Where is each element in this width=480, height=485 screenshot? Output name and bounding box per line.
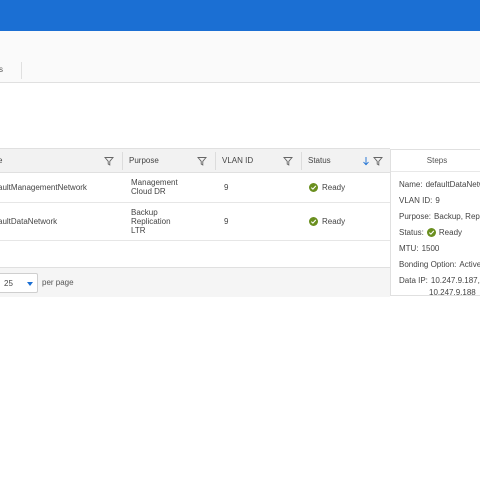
status-text: Ready — [322, 217, 346, 226]
detail-label: Status: — [399, 228, 424, 237]
detail-name: Name: defaultDataNetw — [399, 180, 480, 189]
status-text: Ready — [322, 183, 346, 192]
detail-value: 10.247.9.188 — [429, 288, 476, 296]
per-page-label: per page — [42, 278, 74, 287]
main-content: e Purpose VLAN ID Status aultManagementN… — [0, 83, 480, 485]
purpose-cell: Backup Replication LTR — [131, 208, 171, 235]
detail-label: Data IP: — [399, 276, 428, 285]
detail-value: 9 — [435, 196, 440, 205]
detail-value: defaultDataNetw — [425, 180, 480, 189]
network-name[interactable]: aultDataNetwork — [0, 217, 57, 226]
detail-purpose: Purpose: Backup, Replic — [399, 212, 480, 221]
caret-down-icon[interactable] — [27, 282, 33, 286]
purpose-line: Replication — [131, 217, 171, 226]
detail-label: Bonding Option: — [399, 260, 457, 269]
column-header-vlan-id[interactable]: VLAN ID — [222, 149, 253, 173]
details-panel: Steps Name: defaultDataNetw VLAN ID: 9 P… — [390, 149, 480, 296]
detail-label: Name: — [399, 180, 423, 189]
pagination-bar: 25 per page — [0, 267, 390, 297]
tab-divider — [21, 62, 22, 79]
panel-title: Steps — [391, 150, 480, 172]
check-circle-icon — [426, 228, 436, 237]
filter-icon[interactable] — [104, 156, 114, 166]
column-separator — [215, 152, 216, 170]
detail-label: Purpose: — [399, 212, 432, 221]
grid-header: e Purpose VLAN ID Status — [0, 149, 390, 173]
top-app-bar — [0, 0, 480, 31]
column-header-purpose[interactable]: Purpose — [129, 149, 159, 173]
sub-navigation: s — [0, 31, 480, 83]
networks-grid: e Purpose VLAN ID Status aultManagementN… — [0, 148, 390, 297]
vlan-id: 9 — [224, 217, 229, 226]
tab-partial-label[interactable]: s — [0, 65, 3, 74]
check-circle-icon — [309, 183, 318, 192]
filter-icon[interactable] — [283, 156, 293, 166]
purpose-line: LTR — [131, 226, 146, 235]
detail-value: Backup, Replic — [434, 212, 480, 221]
status-badge: Ready — [309, 183, 345, 192]
sort-descending-icon[interactable] — [362, 156, 370, 166]
column-separator — [122, 152, 123, 170]
status-badge: Ready — [309, 217, 345, 226]
detail-vlan-id: VLAN ID: 9 — [399, 196, 440, 205]
page-size-select[interactable]: 25 — [0, 273, 38, 293]
filter-icon[interactable] — [373, 156, 383, 166]
purpose-cell: Management Cloud DR — [131, 178, 178, 196]
detail-label: MTU: — [399, 244, 419, 253]
detail-bonding-option: Bonding Option: Active/ — [399, 260, 480, 269]
table-row[interactable]: aultManagementNetwork Management Cloud D… — [0, 173, 390, 203]
purpose-line: Management — [131, 178, 178, 187]
detail-value: Active/ — [459, 260, 480, 269]
detail-data-ip: Data IP: 10.247.9.187, — [399, 276, 480, 285]
detail-label: VLAN ID: — [399, 196, 433, 205]
column-separator — [301, 152, 302, 170]
purpose-line: Cloud DR — [131, 187, 166, 196]
detail-data-ip-continued: 10.247.9.188 — [429, 288, 476, 296]
check-circle-icon — [309, 217, 318, 226]
detail-value: 1500 — [421, 244, 440, 253]
table-row[interactable]: aultDataNetwork Backup Replication LTR 9… — [0, 203, 390, 241]
column-header-name[interactable]: e — [0, 149, 2, 173]
filter-icon[interactable] — [197, 156, 207, 166]
vlan-id: 9 — [224, 183, 229, 192]
detail-mtu: MTU: 1500 — [399, 244, 439, 253]
purpose-line: Backup — [131, 208, 158, 217]
page-size-value: 25 — [4, 279, 13, 288]
detail-value: 10.247.9.187, — [430, 276, 480, 285]
network-name[interactable]: aultManagementNetwork — [0, 183, 87, 192]
column-header-status[interactable]: Status — [308, 149, 331, 173]
detail-value: Ready — [438, 228, 463, 237]
detail-status: Status: Ready — [399, 228, 462, 237]
